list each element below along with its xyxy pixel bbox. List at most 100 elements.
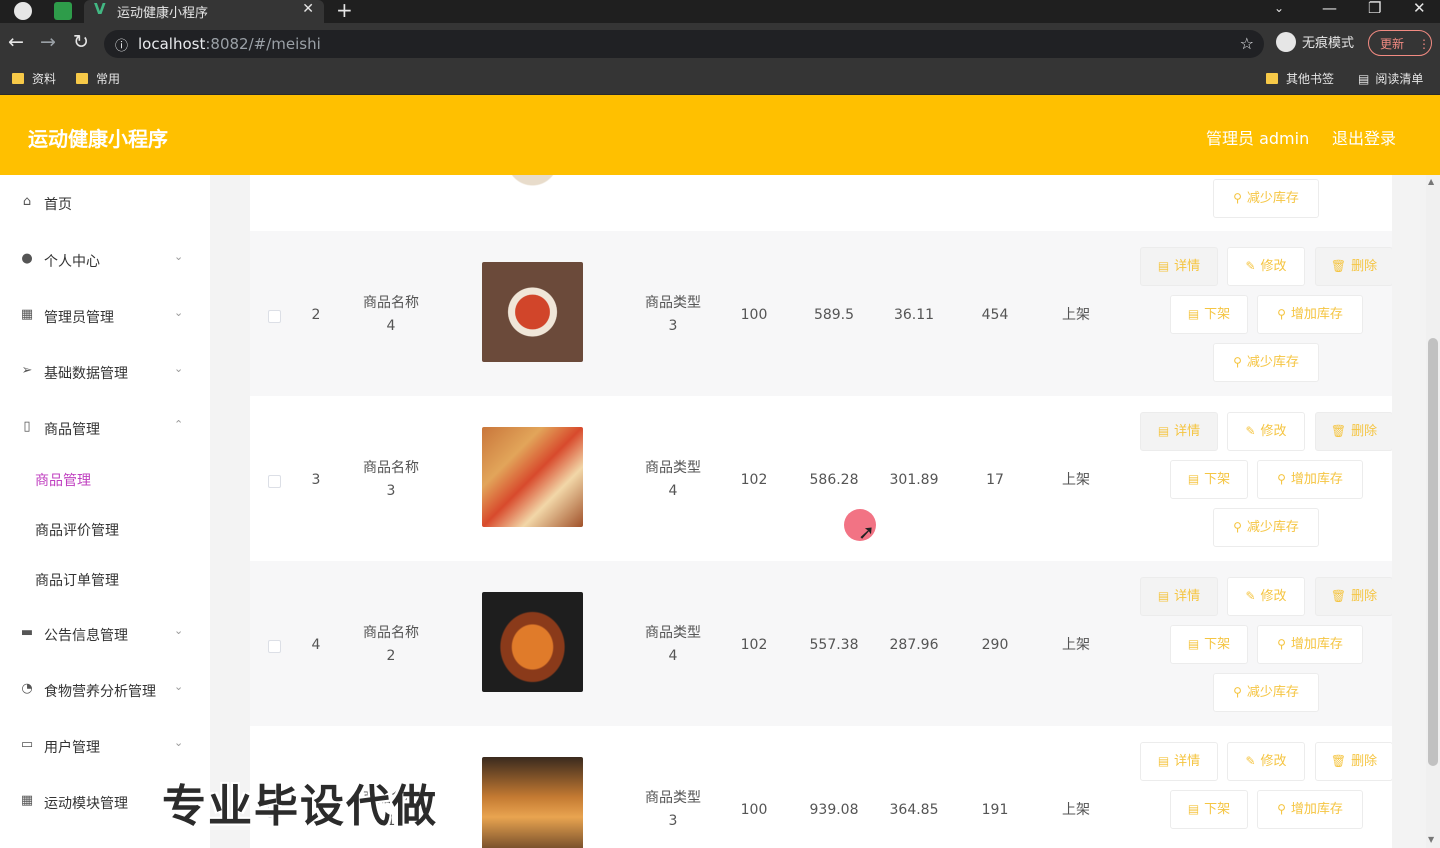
goods-table: ⚲ 减少库存 2 商品名称 4 商品类型 3 100 589.5 36.11 45…	[250, 175, 1392, 848]
edit-button[interactable]: ✎ 修改	[1227, 412, 1305, 451]
detail-button[interactable]: ▤ 详情	[1140, 742, 1218, 781]
url-text: localhost:8082/#/meishi	[138, 35, 321, 53]
add-stock-button[interactable]: ⚲ 增加库存	[1257, 460, 1363, 499]
reading-list-icon: ▤	[1358, 72, 1370, 86]
goods-image[interactable]	[482, 262, 583, 362]
sheets-icon[interactable]	[54, 2, 72, 20]
goods-image[interactable]	[482, 175, 583, 196]
incognito-label: 无痕模式	[1302, 36, 1355, 51]
tab-search-icon[interactable]: ⌄	[1274, 1, 1284, 15]
goods-status: 上架	[1062, 637, 1090, 653]
add-stock-button[interactable]: ⚲ 增加库存	[1257, 625, 1363, 664]
reload-icon[interactable]: ↻	[73, 31, 89, 53]
tab-title: 运动健康小程序	[117, 6, 209, 21]
submenu-goods-order[interactable]: 商品订单管理	[0, 560, 210, 600]
info-icon[interactable]: ⓘ	[115, 35, 128, 54]
doc-icon: ▤	[1187, 472, 1200, 486]
offshelf-button[interactable]: ▤ 下架	[1170, 625, 1248, 664]
row-checkbox[interactable]	[268, 310, 281, 323]
scrollbar-thumb[interactable]	[1428, 338, 1438, 766]
user-icon: ●	[21, 251, 33, 266]
edit-button[interactable]: ✎ 修改	[1227, 247, 1305, 286]
delete-button[interactable]: 🗑 删除	[1315, 742, 1392, 781]
table-row: 4 商品名称 2 商品类型 4 102 557.38 287.96 290 上架…	[250, 561, 1392, 726]
goods-value-1: 100	[740, 802, 768, 818]
edit-button[interactable]: ✎ 修改	[1227, 577, 1305, 616]
goods-image[interactable]	[482, 757, 583, 848]
doc-icon: ▤	[1157, 589, 1170, 603]
row-checkbox[interactable]	[268, 640, 281, 653]
reduce-stock-button[interactable]: ⚲ 减少库存	[1213, 343, 1319, 382]
minimize-icon[interactable]: —	[1322, 0, 1337, 17]
goods-value-4: 17	[986, 472, 1004, 488]
offshelf-button[interactable]: ▤ 下架	[1170, 460, 1248, 499]
new-tab-icon[interactable]: +	[336, 0, 353, 22]
sidebar-item-profile[interactable]: ● 个人中心 ⌄	[0, 238, 210, 282]
sidebar-item-base-data[interactable]: ➢ 基础数据管理 ⌄	[0, 350, 210, 394]
edit-icon: ✎	[1245, 424, 1256, 438]
button-label: 删除	[1351, 259, 1378, 274]
back-icon[interactable]: ←	[8, 31, 24, 53]
doc-icon: ▤	[1157, 754, 1170, 768]
row-checkbox[interactable]	[268, 475, 281, 488]
folder-icon	[12, 73, 24, 84]
sidebar-item-nutrition[interactable]: ◔ 食物营养分析管理 ⌄	[0, 668, 210, 712]
add-stock-button[interactable]: ⚲ 增加库存	[1257, 295, 1363, 334]
edit-button[interactable]: ✎ 修改	[1227, 742, 1305, 781]
delete-button[interactable]: 🗑 删除	[1315, 577, 1392, 616]
bookmark-folder[interactable]: 资料	[12, 70, 56, 87]
briefcase-icon: ▬	[20, 625, 34, 640]
sidebar-item-goods[interactable]: ▯ 商品管理 ⌃	[0, 406, 210, 450]
button-label: 增加库存	[1290, 472, 1343, 487]
reduce-stock-button[interactable]: ⚲ 减少库存	[1213, 179, 1319, 218]
detail-button[interactable]: ▤ 详情	[1140, 412, 1218, 451]
restore-icon[interactable]: ❐	[1368, 0, 1381, 17]
close-window-icon[interactable]: ✕	[1413, 0, 1426, 17]
other-bookmarks[interactable]: 其他书签	[1266, 70, 1334, 87]
button-label: 删除	[1351, 589, 1378, 604]
vue-icon: V	[94, 0, 106, 18]
sidebar-item-label: 运动模块管理	[44, 796, 128, 812]
chevron-down-icon: ⌄	[174, 362, 184, 375]
delete-button[interactable]: 🗑 删除	[1315, 247, 1392, 286]
url-input[interactable]: ⓘ localhost:8082/#/meishi ☆	[104, 30, 1264, 58]
reading-list[interactable]: ▤ 阅读清单	[1358, 70, 1423, 87]
add-stock-button[interactable]: ⚲ 增加库存	[1257, 790, 1363, 829]
edit-icon: ✎	[1245, 754, 1256, 768]
sidebar-item-home[interactable]: ⌂ 首页	[0, 181, 210, 225]
location-icon: ⚲	[1277, 802, 1286, 816]
logout-link[interactable]: 退出登录	[1332, 125, 1396, 149]
close-tab-icon[interactable]: ✕	[302, 1, 314, 17]
submenu-goods-review[interactable]: 商品评价管理	[0, 510, 210, 550]
forward-icon[interactable]: →	[40, 31, 56, 53]
app-title: 运动健康小程序	[28, 127, 168, 151]
goods-value-2: 557.38	[809, 637, 859, 653]
trash-icon: 🗑	[1330, 754, 1347, 768]
goods-image[interactable]	[482, 427, 583, 527]
update-button[interactable]: 更新 ⋮	[1368, 30, 1432, 56]
detail-button[interactable]: ▤ 详情	[1140, 577, 1218, 616]
detail-button[interactable]: ▤ 详情	[1140, 247, 1218, 286]
scroll-down-icon[interactable]: ▼	[1428, 835, 1434, 844]
bookmark-star-icon[interactable]: ☆	[1240, 34, 1254, 53]
goods-value-3: 36.11	[893, 307, 935, 323]
goods-image[interactable]	[482, 592, 583, 692]
browser-tab[interactable]: V 运动健康小程序 ✕	[84, 0, 324, 23]
sidebar-item-admin[interactable]: ▦ 管理员管理 ⌄	[0, 294, 210, 338]
browser-globe-icon[interactable]	[14, 2, 32, 20]
page-scrollbar[interactable]: ▲ ▼	[1426, 175, 1440, 848]
reduce-stock-button[interactable]: ⚲ 减少库存	[1213, 673, 1319, 712]
offshelf-button[interactable]: ▤ 下架	[1170, 295, 1248, 334]
submenu-goods-manage[interactable]: 商品管理	[0, 460, 210, 500]
scroll-up-icon[interactable]: ▲	[1428, 177, 1434, 186]
reduce-stock-button[interactable]: ⚲ 减少库存	[1213, 508, 1319, 547]
delete-button[interactable]: 🗑 删除	[1315, 412, 1392, 451]
bookmark-folder[interactable]: 常用	[76, 70, 120, 87]
offshelf-button[interactable]: ▤ 下架	[1170, 790, 1248, 829]
incognito-indicator[interactable]: 无痕模式	[1276, 32, 1354, 52]
sidebar-item-users[interactable]: ▭ 用户管理 ⌄	[0, 724, 210, 768]
sidebar-item-label: 基础数据管理	[44, 366, 128, 382]
sidebar-item-notice[interactable]: ▬ 公告信息管理 ⌄	[0, 612, 210, 656]
grid-icon: ▦	[20, 307, 34, 322]
chevron-down-icon: ⌄	[174, 736, 184, 749]
